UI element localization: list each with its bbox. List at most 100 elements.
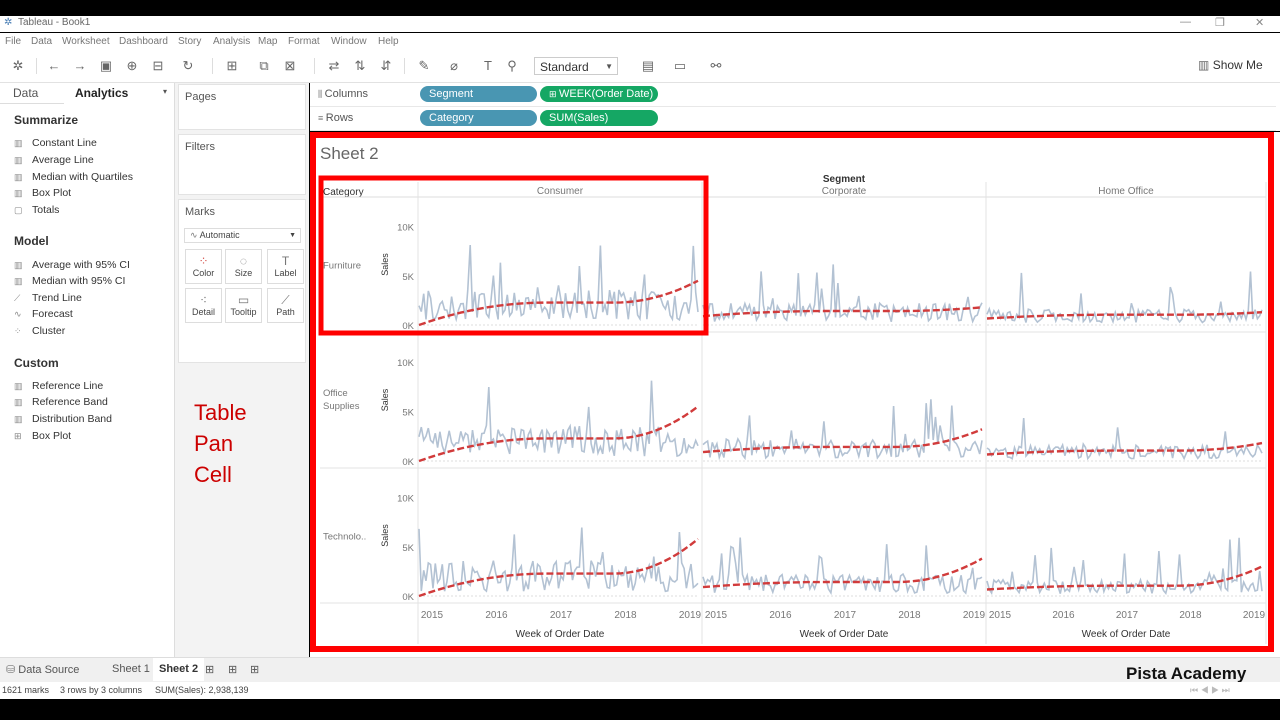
marks-color-button[interactable]: ⁘ Color [185, 249, 222, 284]
analytics-item-reference-line[interactable]: ▥ Reference Line [14, 380, 103, 392]
new-worksheet-icon[interactable]: ⊞ [224, 58, 240, 74]
marks-detail-button[interactable]: ⁖ Detail [185, 288, 222, 323]
pane-menu-icon[interactable]: ▾ [163, 87, 167, 96]
share-icon[interactable]: ⚯ [708, 58, 724, 74]
group-members-icon[interactable]: ⌀ [446, 58, 462, 74]
analytics-item-custom-box-plot[interactable]: ⊞ Box Plot [14, 430, 71, 442]
save-icon[interactable]: ▣ [98, 58, 114, 74]
tableau-logo-icon: ✲ [4, 17, 13, 28]
pill-segment[interactable]: Segment [420, 86, 537, 102]
analytics-item-totals[interactable]: ▢ Totals [14, 204, 59, 216]
cluster-icon: ⁘ [14, 326, 22, 336]
viz-svg[interactable]: Sheet 2 Segment Category Consumer Corporate H… [310, 132, 1280, 657]
new-data-source-icon[interactable]: ⊕ [124, 58, 140, 74]
swap-rows-columns-icon[interactable]: ⇄ [326, 58, 342, 74]
undo-icon[interactable]: ← [46, 58, 62, 74]
analytics-item-constant-line[interactable]: ▥ Constant Line [14, 137, 97, 149]
tab-data-source[interactable]: ⛁ Data Source [6, 663, 79, 676]
sort-ascending-icon[interactable]: ⇅ [352, 58, 368, 74]
marks-tooltip-button[interactable]: ▭ Tooltip [225, 288, 262, 323]
presentation-mode-icon[interactable]: ▭ [672, 58, 688, 74]
new-story-icon[interactable]: ⊞ [250, 663, 259, 676]
fit-dropdown[interactable]: Standard ▼ [534, 57, 618, 75]
menu-file[interactable]: File [5, 36, 21, 47]
analytics-item-trend-line[interactable]: ⟋ Trend Line [14, 292, 82, 304]
analytics-item-box-plot[interactable]: ▥ Box Plot [14, 187, 71, 199]
bar-chart-icon: ▥ [14, 381, 23, 391]
highlight-table-frame [310, 132, 1274, 652]
rows-shelf[interactable]: ≡ Rows Category SUM(Sales) [310, 107, 1276, 131]
filters-card-title: Filters [185, 141, 215, 153]
title-bar: ✲ Tableau - Book1 — ❐ ✕ [0, 16, 1280, 32]
tab-data[interactable]: Data [0, 83, 64, 104]
row-header-furniture: Furniture [323, 261, 361, 272]
redo-icon[interactable]: → [72, 58, 88, 74]
marks-label-button[interactable]: T Label [267, 249, 304, 284]
tab-analytics[interactable]: Analytics [64, 83, 174, 104]
highlight-icon[interactable]: ✎ [416, 58, 432, 74]
analytics-item-distribution-band[interactable]: ▥ Distribution Band [14, 413, 112, 425]
maximize-icon[interactable]: ❐ [1215, 16, 1225, 29]
show-cards-icon[interactable]: ▤ [640, 58, 656, 74]
y-tick-label: 0K [402, 321, 414, 332]
close-icon[interactable]: ✕ [1255, 16, 1264, 29]
analytics-item-average-ci[interactable]: ▥ Average with 95% CI [14, 259, 130, 271]
analytics-item-forecast[interactable]: ∿ Forecast [14, 308, 73, 320]
analytics-item-reference-band[interactable]: ▥ Reference Band [14, 396, 108, 408]
menu-window[interactable]: Window [331, 36, 367, 47]
tableau-home-icon[interactable]: ✲ [10, 58, 26, 74]
y-axis-title: Sales [380, 388, 390, 411]
menu-data[interactable]: Data [31, 36, 52, 47]
analytics-item-average-line[interactable]: ▥ Average Line [14, 154, 94, 166]
marks-size-button[interactable]: ◌ Size [225, 249, 262, 284]
analytics-item-cluster[interactable]: ⁘ Cluster [14, 325, 65, 337]
menu-format[interactable]: Format [288, 36, 320, 47]
sheet-tabs-bar: ⛁ Data Source Sheet 1 Sheet 2 ⊞ ⊞ ⊞ [0, 657, 1280, 682]
marks-path-button[interactable]: ⟋ Path [267, 288, 304, 323]
x-tick-label: 2016 [769, 610, 792, 621]
analytics-item-median-ci[interactable]: ▥ Median with 95% CI [14, 275, 125, 287]
toolbar: ✲ ← → ▣ ⊕ ⊟ ↻ ⊞ ⧉ ⊠ ⇄ ⇅ ⇵ ✎ ⌀ T ⚲ Standa… [0, 50, 1280, 83]
bar-chart-icon: ▥ [14, 188, 23, 198]
pause-updates-icon[interactable]: ⊟ [150, 58, 166, 74]
minimize-icon[interactable]: — [1180, 16, 1191, 28]
watermark: Pista Academy [1126, 664, 1247, 683]
new-sheet-icon[interactable]: ⊞ [205, 663, 214, 676]
menu-worksheet[interactable]: Worksheet [62, 36, 110, 47]
mark-type-dropdown[interactable]: ∿ Automatic ▼ [184, 228, 301, 243]
show-mark-labels-icon[interactable]: T [480, 58, 496, 74]
sales-line [418, 380, 699, 458]
analytics-item-median-quartiles[interactable]: ▥ Median with Quartiles [14, 171, 133, 183]
menu-analysis[interactable]: Analysis [213, 36, 250, 47]
tab-sheet-2[interactable]: Sheet 2 [153, 658, 205, 681]
sort-descending-icon[interactable]: ⇵ [378, 58, 394, 74]
columns-shelf-label: ⫼ Columns [318, 88, 369, 100]
detail-icon: ⁖ [199, 293, 208, 307]
pill-sum-sales[interactable]: SUM(Sales) [540, 110, 658, 126]
clear-sheet-icon[interactable]: ⊠ [282, 58, 298, 74]
refresh-icon[interactable]: ↻ [180, 58, 196, 74]
columns-shelf[interactable]: ⫼ Columns Segment ⊞ WEEK(Order Date) [310, 83, 1276, 107]
menu-help[interactable]: Help [378, 36, 399, 47]
x-tick-label: 2019 [679, 610, 702, 621]
sheet-nav-icons[interactable]: ⏮ ◀ ▶ ⏭ [1190, 685, 1230, 696]
duplicate-sheet-icon[interactable]: ⧉ [256, 58, 272, 74]
shelves: ⫼ Columns Segment ⊞ WEEK(Order Date) ≡ R… [310, 83, 1280, 131]
y-axis-title: Sales [380, 253, 390, 276]
menu-story[interactable]: Story [178, 36, 201, 47]
column-header-consumer: Consumer [537, 186, 584, 197]
tab-sheet-1[interactable]: Sheet 1 [112, 663, 150, 675]
filters-card[interactable]: Filters [178, 134, 306, 195]
bar-chart-icon: ▥ [14, 276, 23, 286]
show-me-button[interactable]: ▥ Show Me [1198, 58, 1263, 72]
section-custom: Custom [14, 356, 59, 370]
menu-dashboard[interactable]: Dashboard [119, 36, 168, 47]
fix-axes-icon[interactable]: ⚲ [504, 58, 520, 74]
new-dashboard-icon[interactable]: ⊞ [228, 663, 237, 676]
pages-card[interactable]: Pages [178, 84, 306, 130]
menu-map[interactable]: Map [258, 36, 277, 47]
bar-chart-icon: ▥ [14, 260, 23, 270]
segment-header: Segment [823, 174, 866, 185]
pill-week-order-date[interactable]: ⊞ WEEK(Order Date) [540, 86, 658, 102]
pill-category[interactable]: Category [420, 110, 537, 126]
